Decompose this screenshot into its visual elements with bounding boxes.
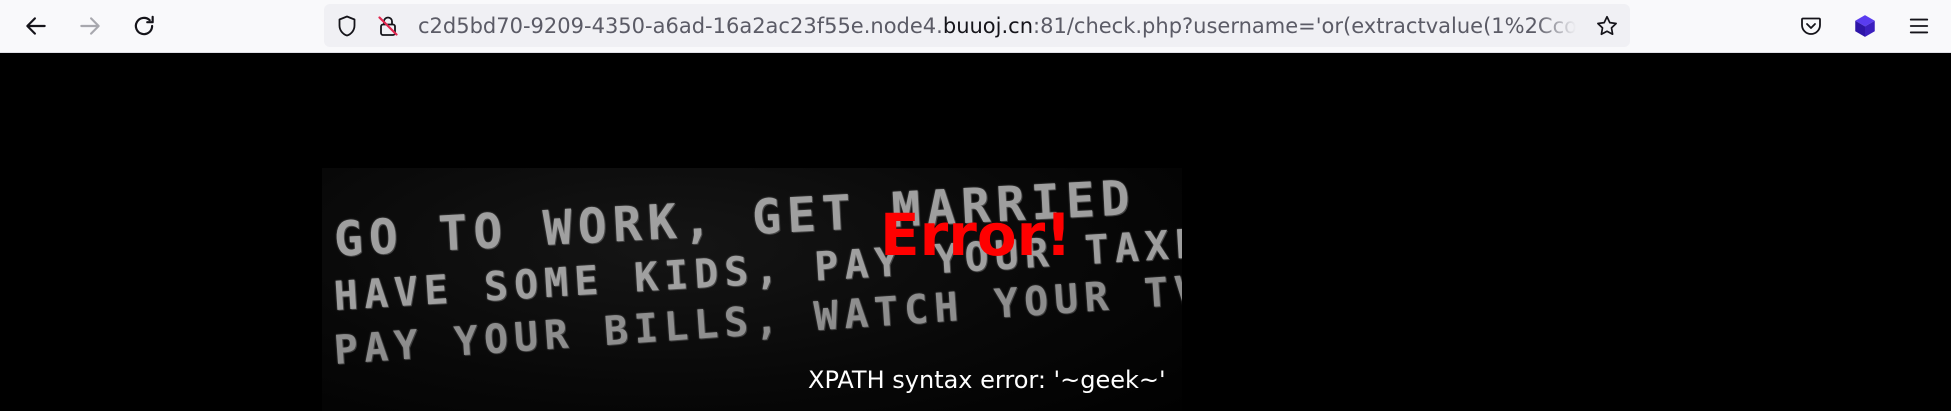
pocket-icon: [1799, 14, 1823, 38]
pocket-button[interactable]: [1791, 6, 1831, 46]
back-button[interactable]: [16, 6, 56, 46]
reload-button[interactable]: [124, 6, 164, 46]
forward-button[interactable]: [70, 6, 110, 46]
arrow-left-icon: [23, 13, 49, 39]
page-content: GO TO WORK, GET MARRIED HAVE SOME KIDS, …: [0, 53, 1951, 411]
hamburger-menu-icon: [1908, 15, 1930, 37]
arrow-right-icon: [77, 13, 103, 39]
extension-cube-icon: [1852, 13, 1878, 39]
error-title: Error!: [880, 201, 1072, 269]
url-text[interactable]: c2d5bd70-9209-4350-a6ad-16a2ac23f55e.nod…: [418, 13, 1576, 39]
url-host: buuoj.cn: [942, 14, 1034, 38]
url-suffix: :81/check.php?username='or(extractvalue(…: [1033, 14, 1576, 38]
url-prefix: c2d5bd70-9209-4350-a6ad-16a2ac23f55e.nod…: [418, 14, 943, 38]
browser-toolbar: c2d5bd70-9209-4350-a6ad-16a2ac23f55e.nod…: [0, 0, 1951, 53]
insecure-connection-lock-icon[interactable]: [375, 13, 401, 39]
tracking-protection-shield-icon[interactable]: [334, 13, 360, 39]
url-fade: [1536, 13, 1576, 39]
url-bar[interactable]: c2d5bd70-9209-4350-a6ad-16a2ac23f55e.nod…: [324, 4, 1630, 47]
app-menu-button[interactable]: [1899, 6, 1939, 46]
reload-icon: [131, 13, 157, 39]
star-icon[interactable]: [1594, 13, 1620, 39]
extension-button[interactable]: [1845, 6, 1885, 46]
error-message: XPATH syntax error: '~geek~': [808, 366, 1166, 394]
